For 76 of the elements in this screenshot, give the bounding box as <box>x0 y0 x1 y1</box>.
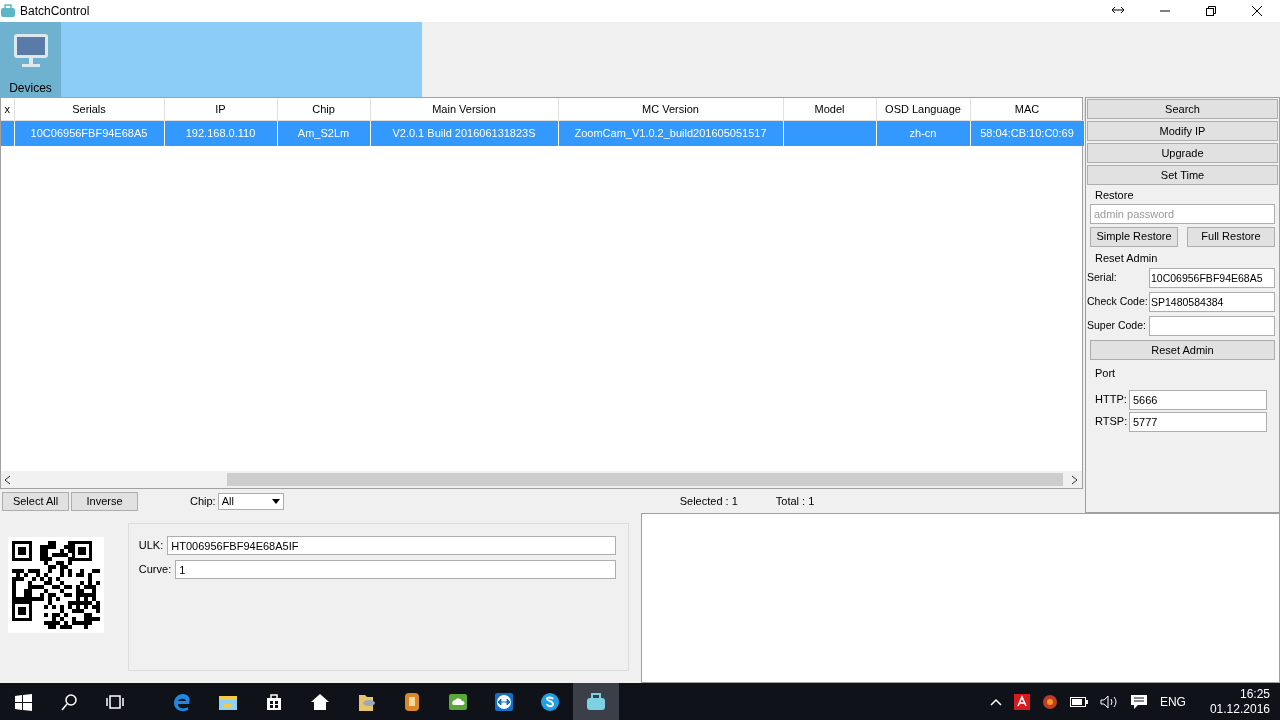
arrows-icon <box>494 692 514 712</box>
dropdown-caret-icon <box>271 498 280 504</box>
speaker-icon[interactable] <box>1099 695 1118 709</box>
horizontal-scrollbar[interactable] <box>1 471 1082 488</box>
window-title: BatchControl <box>20 3 90 20</box>
selected-count: Selected : 1 <box>679 493 738 509</box>
text-field[interactable]: SP1480584384 <box>1149 292 1275 312</box>
column-header[interactable]: IP <box>164 98 277 120</box>
task-view-icon <box>105 692 125 712</box>
column-header[interactable]: OSD Language <box>876 98 970 120</box>
text-field[interactable]: HT006956FBF94E68A5IF <box>167 536 617 555</box>
table-cell: ZoomCam_V1.0.2_build201605051517 <box>574 127 767 139</box>
windows-logo-icon <box>13 692 33 712</box>
column-header[interactable]: Model <box>783 98 876 120</box>
app-icon <box>0 4 16 18</box>
text-field[interactable]: 5777 <box>1129 411 1267 432</box>
toolbar-button[interactable]: Select All <box>2 491 69 511</box>
group-title: Restore <box>1094 188 1135 203</box>
side-button[interactable]: Upgrade <box>1087 143 1278 163</box>
text-field[interactable]: 10C06956FBF94E68A5 <box>1149 268 1275 288</box>
house-icon <box>310 692 330 712</box>
table-cell: Am_S2Lm <box>297 127 350 139</box>
table-cell: 10C06956FBF94E68A5 <box>30 127 148 139</box>
field-label: Check Code: <box>1087 294 1149 310</box>
notification-icon[interactable] <box>1129 694 1148 710</box>
language-indicator[interactable]: ENG <box>1159 693 1186 711</box>
ribbon-tab[interactable]: Devices <box>0 22 61 97</box>
column-header[interactable]: Main Version <box>370 98 558 120</box>
password-field[interactable]: admin password <box>1090 203 1275 224</box>
table-cell: zh-cn <box>909 127 937 139</box>
search-icon <box>59 692 79 712</box>
taskbar-button[interactable] <box>573 683 619 720</box>
close-icon[interactable] <box>1252 6 1262 16</box>
briefcase-icon <box>586 692 606 712</box>
text-field[interactable]: 1 <box>175 560 617 579</box>
restore-icon[interactable] <box>1206 6 1216 16</box>
field-label: Super Code: <box>1087 318 1147 334</box>
column-header[interactable]: MAC <box>970 98 1084 120</box>
group-title: Reset Admin <box>1094 250 1159 266</box>
column-header[interactable]: Serials <box>14 98 164 120</box>
reset-admin-button[interactable]: Reset Admin <box>1090 340 1275 360</box>
clock-time[interactable]: 16:25 <box>1239 687 1270 702</box>
text-field[interactable]: 5666 <box>1129 389 1267 410</box>
field-label: Curve: <box>138 562 172 578</box>
side-button[interactable]: Set Time <box>1087 165 1278 185</box>
table-cell: 58:04:CB:10:C0:69 <box>980 127 1074 139</box>
notes-app-icon <box>402 692 422 712</box>
shield-icon[interactable] <box>1013 694 1030 710</box>
field-label: ULK: <box>138 538 164 554</box>
shopping-bag-icon <box>264 692 284 712</box>
browser-icon <box>172 692 192 712</box>
total-count: Total : 1 <box>775 493 815 509</box>
field-label: RTSP: <box>1095 414 1129 430</box>
column-header[interactable]: Chip <box>277 98 370 120</box>
chip-dropdown[interactable]: All <box>217 492 284 510</box>
folder-icon <box>356 692 376 712</box>
field-label: Serial: <box>1087 270 1118 286</box>
resize-icon[interactable] <box>1112 6 1124 14</box>
table-cell: V2.0.1 Build 201606131823S <box>392 127 536 139</box>
field-label: Chip: <box>190 493 216 509</box>
text-field[interactable] <box>1149 316 1275 336</box>
toolbar-button[interactable]: Inverse <box>71 491 138 511</box>
clock-date[interactable]: 01.12.2016 <box>1209 702 1270 717</box>
group-title: Port <box>1094 366 1117 381</box>
side-button[interactable]: Search <box>1087 99 1278 119</box>
restore-button[interactable]: Simple Restore <box>1090 226 1178 247</box>
side-button[interactable]: Modify IP <box>1087 121 1278 141</box>
cloud-icon <box>448 692 468 712</box>
field-label: HTTP: <box>1095 392 1128 408</box>
chevron-up-icon[interactable] <box>989 698 1002 706</box>
restore-button[interactable]: Full Restore <box>1187 226 1275 247</box>
column-header[interactable]: x <box>1 98 14 120</box>
table-cell: 192.168.0.110 <box>185 127 256 139</box>
column-header[interactable]: MC Version <box>558 98 783 120</box>
chat-icon <box>540 692 560 712</box>
battery-icon[interactable] <box>1069 697 1088 707</box>
